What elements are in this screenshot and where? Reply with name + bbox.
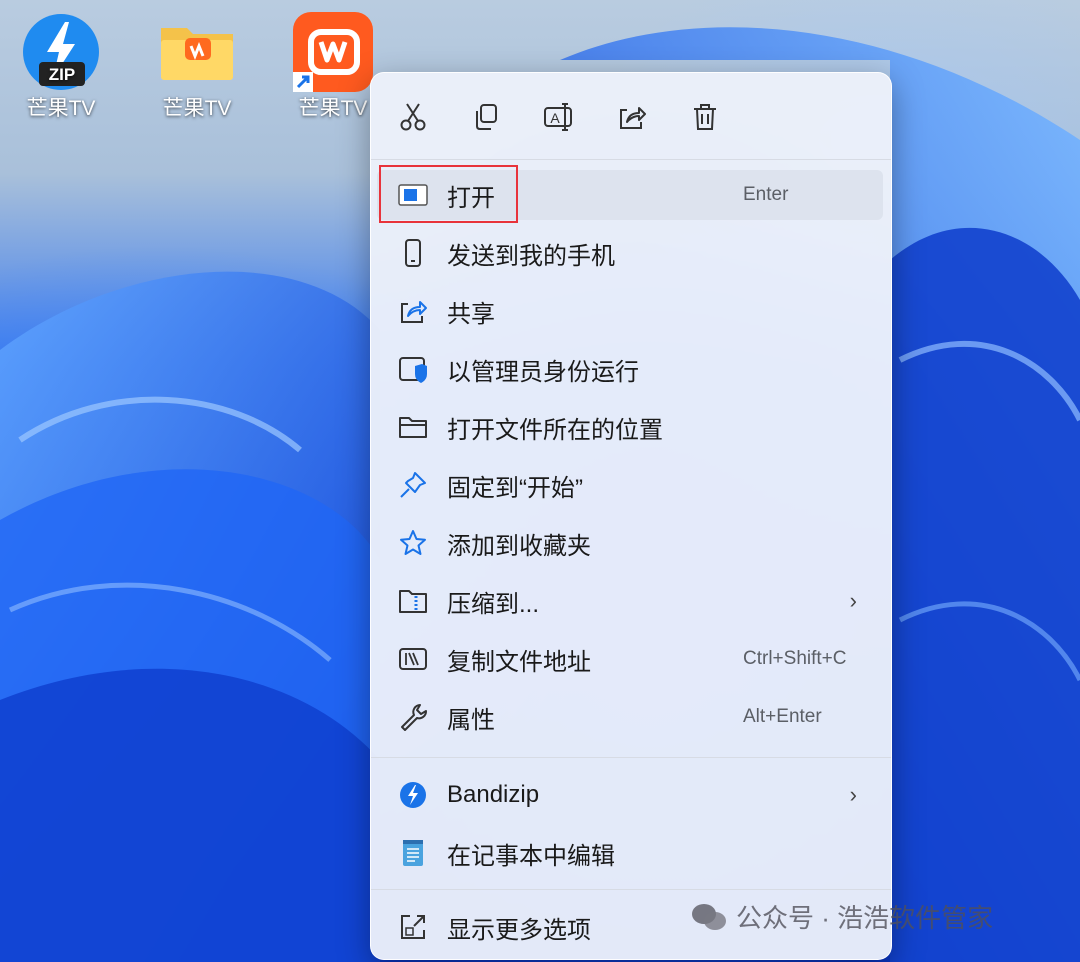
wechat-icon — [692, 903, 726, 930]
admin-shield-icon — [397, 353, 429, 385]
menu-item-label: 固定到“开始” — [447, 474, 583, 502]
scissors-icon — [400, 103, 426, 131]
menu-item-label: 压缩到... — [447, 590, 540, 618]
menu-item-bandizip[interactable]: Bandizip › — [377, 770, 883, 820]
svg-text:ZIP: ZIP — [49, 65, 75, 84]
menu-item-properties[interactable]: 属性 Alt+Enter — [377, 692, 883, 742]
copy-icon — [476, 104, 497, 130]
menu-item-share[interactable]: 共享 — [377, 286, 883, 336]
copy-path-icon — [397, 643, 429, 675]
menu-item-label: 属性 — [447, 706, 495, 734]
desktop-icon-label: 芒果TV — [26, 97, 96, 120]
menu-item-label: 共享 — [447, 300, 495, 328]
menu-separator — [371, 889, 891, 890]
trash-icon — [694, 104, 716, 130]
copy-button[interactable] — [464, 95, 508, 139]
context-menu-toolbar: A — [371, 73, 891, 159]
menu-item-compress-to[interactable]: 压缩到... › — [377, 576, 883, 626]
menu-item-label: 显示更多选项 — [447, 916, 591, 944]
wrench-icon — [397, 701, 429, 733]
star-icon — [397, 527, 429, 559]
menu-item-label: 添加到收藏夹 — [447, 532, 591, 560]
menu-item-open-file-location[interactable]: 打开文件所在的位置 — [377, 402, 883, 452]
menu-separator — [371, 757, 891, 758]
zip-folder-icon — [397, 585, 429, 617]
delete-button[interactable] — [683, 95, 727, 139]
share-button[interactable] — [610, 95, 654, 139]
watermark: 公众号 · 浩浩软件管家 — [690, 898, 993, 935]
menu-item-shortcut: Ctrl+Shift+C — [743, 648, 847, 669]
menu-item-label: 复制文件地址 — [447, 648, 591, 676]
menu-item-add-to-favorites[interactable]: 添加到收藏夹 — [377, 518, 883, 568]
folder-icon — [397, 411, 429, 443]
chevron-right-icon: › — [849, 588, 857, 613]
menu-item-label: 打开文件所在的位置 — [447, 416, 663, 444]
share-icon — [620, 107, 646, 129]
annotation-highlight-box — [379, 165, 518, 223]
folder-icon — [157, 12, 237, 92]
menu-item-label: 在记事本中编辑 — [447, 842, 615, 870]
menu-item-copy-file-path[interactable]: 复制文件地址 Ctrl+Shift+C — [377, 634, 883, 684]
context-menu: A 打开 Enter 发送到我的手机 共享 以管理员身份运行 打开文件所在的位置… — [370, 72, 892, 960]
menu-item-edit-in-notepad[interactable]: 在记事本中编辑 — [377, 828, 883, 878]
bandizip-zip-icon: ZIP — [21, 12, 101, 92]
watermark-text: 公众号 · 浩浩软件管家 — [736, 903, 994, 933]
rename-icon: A — [544, 103, 572, 131]
desktop-icon-label: 芒果TV — [162, 97, 232, 120]
menu-item-label: Bandizip — [447, 781, 540, 808]
share-icon — [397, 295, 429, 327]
chevron-right-icon: › — [849, 782, 857, 807]
phone-icon — [397, 237, 429, 269]
menu-item-label: 以管理员身份运行 — [447, 358, 639, 386]
menu-item-run-as-admin[interactable]: 以管理员身份运行 — [377, 344, 883, 394]
cut-button[interactable] — [391, 95, 435, 139]
desktop-icon-zip[interactable]: ZIP 芒果TV — [6, 12, 116, 122]
menu-separator — [371, 159, 891, 160]
menu-item-shortcut: Enter — [743, 184, 789, 205]
menu-item-shortcut: Alt+Enter — [743, 706, 822, 727]
rename-button[interactable]: A — [537, 95, 581, 139]
pin-icon — [397, 469, 429, 501]
notepad-icon — [397, 837, 429, 869]
bandizip-icon — [397, 779, 429, 811]
desktop-icon-folder[interactable]: 芒果TV — [142, 12, 252, 122]
menu-item-send-to-phone[interactable]: 发送到我的手机 — [377, 228, 883, 278]
menu-item-pin-to-start[interactable]: 固定到“开始” — [377, 460, 883, 510]
more-options-icon — [397, 911, 429, 943]
menu-item-label: 发送到我的手机 — [447, 242, 615, 270]
mango-tv-shortcut-icon — [293, 12, 373, 92]
svg-text:A: A — [550, 110, 560, 126]
